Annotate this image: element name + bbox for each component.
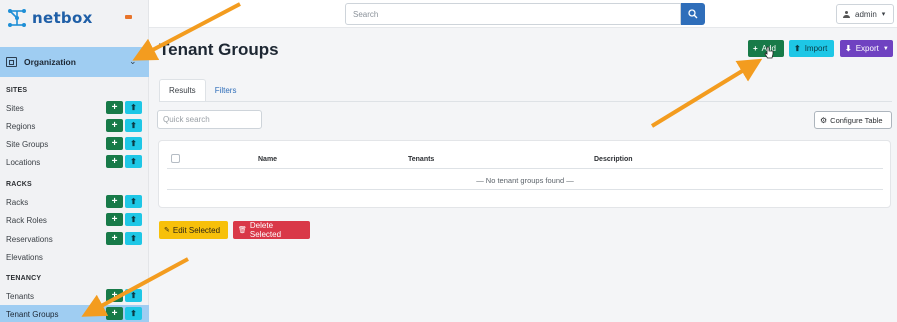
sidebar-item-label: Racks	[6, 197, 29, 207]
trash-icon: 🗑	[238, 227, 247, 234]
sidebar-item-tenants[interactable]: Tenants + ⬆	[0, 287, 149, 305]
add-tenant-button[interactable]: +	[106, 289, 123, 302]
add-tenant-group-button[interactable]: +	[106, 307, 123, 320]
import-rack-button[interactable]: ⬆	[125, 195, 142, 208]
delete-selected-label: Delete Selected	[249, 221, 282, 239]
page-title: Tenant Groups	[159, 40, 279, 59]
sidebar-item-label: Rack Roles	[6, 215, 47, 225]
add-site-group-button[interactable]: +	[106, 137, 123, 150]
empty-table-message: — No tenant groups found —	[476, 176, 574, 185]
building-icon	[6, 57, 17, 67]
caret-down-icon: ▾	[881, 11, 886, 18]
sidebar-item-label: Locations	[6, 157, 41, 167]
import-site-button[interactable]: ⬆	[125, 101, 142, 114]
import-site-group-button[interactable]: ⬆	[125, 137, 142, 150]
sidebar-item-elevations[interactable]: Elevations	[0, 248, 149, 266]
netbox-logo-icon	[8, 9, 26, 27]
sidebar-item-regions[interactable]: Regions + ⬆	[0, 117, 149, 135]
column-header-description[interactable]: Description	[594, 156, 633, 163]
sidebar-pin-icon[interactable]	[125, 15, 132, 19]
sidebar-item-label: Reservations	[6, 234, 53, 244]
search-icon	[688, 9, 698, 19]
sidebar-item-sites[interactable]: Sites + ⬆	[0, 99, 149, 117]
user-menu-button[interactable]: admin ▾	[836, 4, 894, 24]
import-region-button[interactable]: ⬆	[125, 119, 142, 132]
sidebar: netbox Organization ⌄ SITES Sites + ⬆ Reg…	[0, 0, 149, 322]
export-button[interactable]: ⬇ Export ▼	[840, 40, 893, 57]
download-icon: ⬇	[845, 44, 852, 53]
column-header-tenants[interactable]: Tenants	[408, 156, 434, 163]
configure-table-button[interactable]: ⚙ Configure Table	[814, 111, 892, 129]
menu-organization[interactable]: Organization ⌄	[0, 47, 149, 77]
sidebar-item-label: Site Groups	[6, 139, 49, 149]
add-region-button[interactable]: +	[106, 119, 123, 132]
menu-organization-label: Organization	[24, 57, 76, 67]
user-icon	[843, 10, 850, 18]
sidebar-item-racks[interactable]: Racks + ⬆	[0, 193, 149, 211]
nav-section-racks: RACKS	[6, 181, 32, 188]
import-rack-role-button[interactable]: ⬆	[125, 213, 142, 226]
sidebar-item-label: Sites	[6, 103, 24, 113]
brand-logo[interactable]: netbox	[6, 6, 93, 30]
configure-table-label: Configure Table	[830, 115, 883, 125]
import-reservation-button[interactable]: ⬆	[125, 232, 142, 245]
tab-filters[interactable]: Filters	[206, 79, 246, 101]
mouse-cursor-icon	[764, 46, 774, 59]
sidebar-item-site-groups[interactable]: Site Groups + ⬆	[0, 135, 149, 153]
search-button[interactable]	[681, 3, 705, 25]
tabs-divider	[159, 101, 892, 102]
add-rack-button[interactable]: +	[106, 195, 123, 208]
caret-down-icon: ▼	[882, 45, 889, 52]
export-button-label: Export	[855, 44, 879, 53]
import-button-label: Import	[804, 44, 828, 53]
add-rack-role-button[interactable]: +	[106, 213, 123, 226]
delete-selected-button[interactable]: 🗑 Delete Selected	[233, 221, 310, 239]
import-button[interactable]: ⬆ Import	[789, 40, 834, 57]
import-tenant-button[interactable]: ⬆	[125, 289, 142, 302]
quick-search-input[interactable]: Quick search	[157, 110, 262, 129]
plus-icon: +	[753, 44, 758, 53]
import-tenant-group-button[interactable]: ⬆	[125, 307, 142, 320]
brand-name: netbox	[32, 9, 93, 27]
sidebar-item-reservations[interactable]: Reservations + ⬆	[0, 230, 149, 248]
username: admin	[855, 9, 877, 19]
results-table: Name Tenants Description — No tenant gro…	[158, 140, 891, 208]
edit-selected-label: Edit Selected	[172, 225, 221, 235]
nav-section-sites: SITES	[6, 87, 28, 94]
sidebar-item-tenant-groups[interactable]: Tenant Groups + ⬆	[0, 305, 149, 322]
add-reservation-button[interactable]: +	[106, 232, 123, 245]
add-site-button[interactable]: +	[106, 101, 123, 114]
sidebar-item-rack-roles[interactable]: Rack Roles + ⬆	[0, 211, 149, 229]
gear-icon: ⚙	[820, 115, 828, 125]
edit-selected-button[interactable]: ✎ Edit Selected	[159, 221, 228, 239]
sidebar-item-label: Regions	[6, 121, 36, 131]
add-location-button[interactable]: +	[106, 155, 123, 168]
tab-results[interactable]: Results	[159, 79, 206, 101]
column-header-name[interactable]: Name	[258, 156, 277, 163]
pencil-icon: ✎	[164, 227, 170, 234]
results-tabs: Results Filters	[159, 79, 245, 101]
sidebar-item-label: Tenant Groups	[6, 309, 59, 319]
header-divider	[167, 168, 883, 169]
chevron-down-icon: ⌄	[129, 56, 137, 66]
upload-icon: ⬆	[794, 44, 801, 53]
import-location-button[interactable]: ⬆	[125, 155, 142, 168]
select-all-checkbox[interactable]	[171, 154, 180, 163]
sidebar-item-label: Tenants	[6, 291, 35, 301]
search-input[interactable]: Search	[345, 3, 681, 25]
row-divider	[167, 189, 883, 190]
sidebar-item-label: Elevations	[6, 252, 43, 262]
sidebar-item-locations[interactable]: Locations + ⬆	[0, 153, 149, 171]
nav-section-tenancy: TENANCY	[6, 275, 42, 282]
arrow-to-add-button-icon	[650, 58, 763, 128]
